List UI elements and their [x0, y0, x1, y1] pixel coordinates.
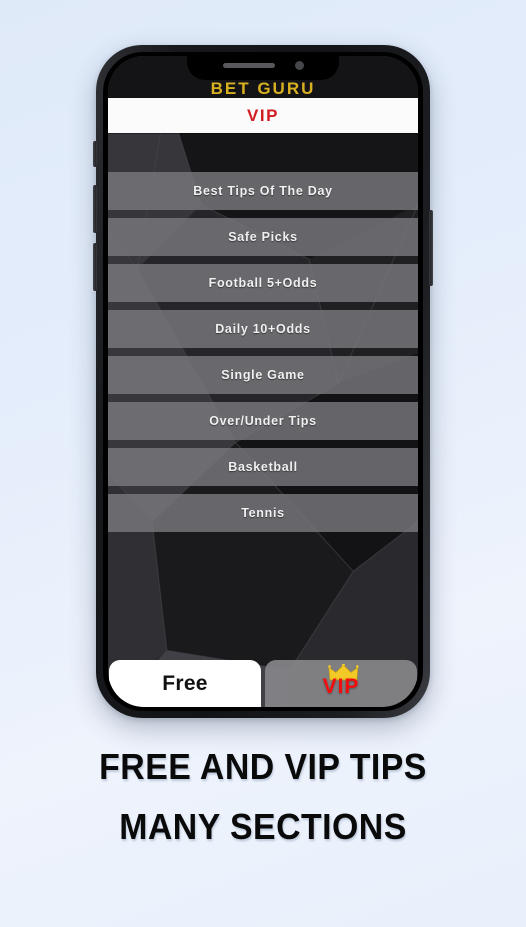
phone-bezel: BET GURU VIP Best Tips Of The Day Safe P…	[103, 52, 423, 711]
app-ui: BET GURU VIP Best Tips Of The Day Safe P…	[108, 56, 418, 707]
vip-section-header: VIP	[108, 98, 418, 133]
tips-list-item-label: Football 5+Odds	[208, 276, 318, 290]
tips-list-item-tennis[interactable]: Tennis	[108, 494, 418, 532]
promo-page: BET GURU VIP Best Tips Of The Day Safe P…	[0, 0, 526, 927]
tips-list-item-basketball[interactable]: Basketball	[108, 448, 418, 486]
front-camera-icon	[294, 60, 304, 70]
header-spacer	[108, 133, 418, 172]
tips-list-item-football-5-odds[interactable]: Football 5+Odds	[108, 264, 418, 302]
device-notch	[187, 56, 339, 80]
tips-list-item-label: Daily 10+Odds	[215, 322, 311, 336]
tips-list-item-label: Basketball	[228, 460, 298, 474]
bottom-tabbar: Free VIP	[108, 660, 418, 707]
tips-list-item-label: Best Tips Of The Day	[193, 184, 333, 198]
caption-line-2: MANY SECTIONS	[119, 805, 407, 847]
tips-list-item-daily-10-odds[interactable]: Daily 10+Odds	[108, 310, 418, 348]
vip-header-label: VIP	[247, 105, 279, 125]
phone-screen: BET GURU VIP Best Tips Of The Day Safe P…	[108, 56, 418, 707]
tips-list-item-single-game[interactable]: Single Game	[108, 356, 418, 394]
caption-gap	[0, 786, 526, 808]
tips-list-item-label: Tennis	[241, 506, 285, 520]
speaker-slot-icon	[222, 62, 275, 68]
volume-down-button[interactable]	[93, 243, 97, 291]
content-empty-area	[108, 540, 418, 660]
silent-switch[interactable]	[93, 141, 97, 167]
tips-list-item-label: Single Game	[221, 368, 305, 382]
tips-list-item-over-under-tips[interactable]: Over/Under Tips	[108, 402, 418, 440]
power-button[interactable]	[429, 210, 433, 286]
tab-free[interactable]: Free	[109, 660, 261, 707]
marketing-captions: FREE AND VIP TIPS MANY SECTIONS	[0, 748, 526, 846]
tips-list-item-label: Safe Picks	[228, 230, 298, 244]
app-statusbar: BET GURU	[108, 56, 418, 98]
caption-line-1: FREE AND VIP TIPS	[99, 746, 427, 787]
tab-vip-label: VIP	[322, 674, 360, 698]
tips-list-item-best-tips-of-the-day[interactable]: Best Tips Of The Day	[108, 172, 418, 210]
app-brand-title: BET GURU	[210, 79, 316, 98]
volume-up-button[interactable]	[93, 185, 97, 233]
tab-free-label: Free	[162, 671, 208, 695]
tips-list-item-safe-picks[interactable]: Safe Picks	[108, 218, 418, 256]
tab-vip[interactable]: VIP	[265, 660, 417, 707]
tips-list-item-label: Over/Under Tips	[209, 414, 317, 428]
tips-list: Best Tips Of The Day Safe Picks Football…	[108, 172, 418, 540]
phone-device-frame: BET GURU VIP Best Tips Of The Day Safe P…	[93, 45, 433, 718]
